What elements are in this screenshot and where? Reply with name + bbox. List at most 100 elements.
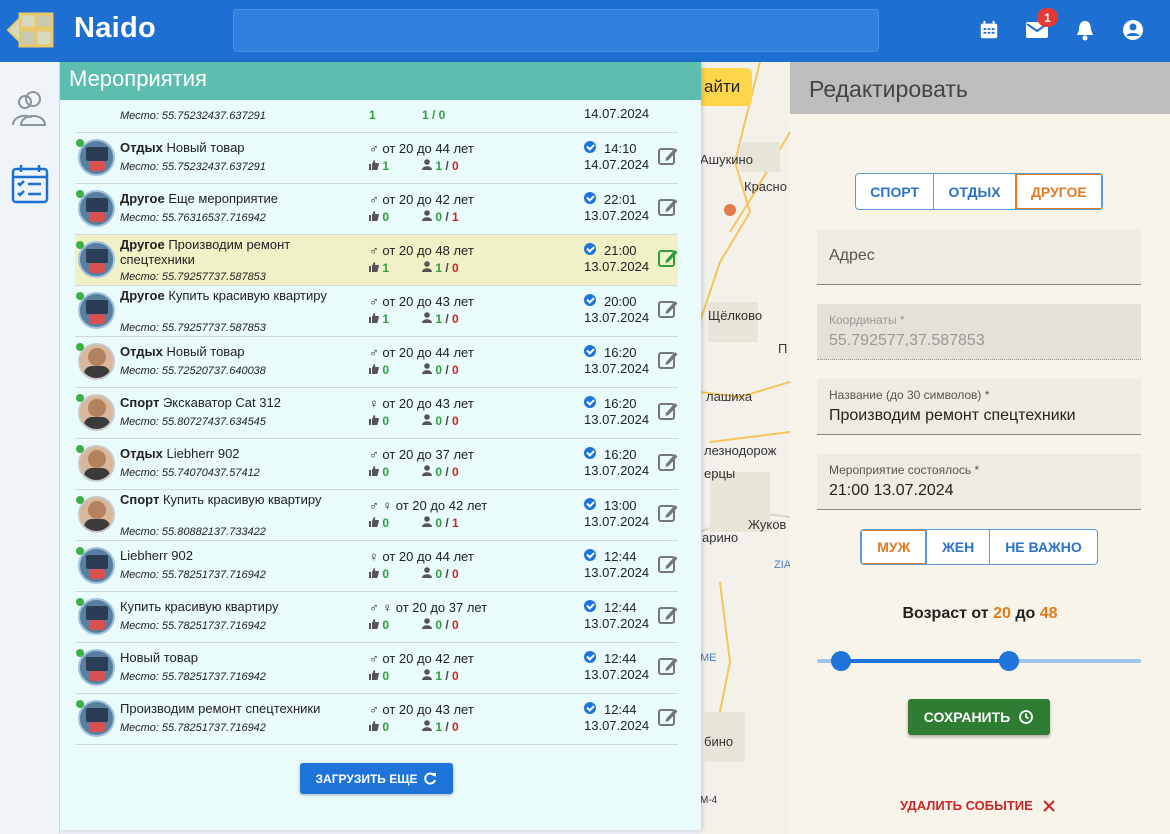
age-slider-max-handle[interactable] (999, 651, 1019, 671)
save-label: СОХРАНИТЬ (923, 709, 1011, 725)
event-age: ♂ от 20 до 42 лет (369, 192, 474, 207)
participants: 0 / 0 (422, 465, 459, 479)
gender-icon: ♂ (369, 192, 379, 207)
list-item[interactable]: Другое Производим ремонт спецтехники Мест… (75, 235, 678, 286)
list-item[interactable]: Liebherr 902 Место: 55.78251737.716942 ♀ о… (75, 541, 678, 592)
list-item[interactable]: Спорт Экскаватор Cat 312 Место: 55.807274… (75, 388, 678, 439)
account-icon[interactable] (1120, 17, 1146, 43)
age-range: от 20 до 37 лет (382, 447, 474, 462)
participants-declined: 0 (452, 312, 459, 326)
events-panel-title: Мероприятия (60, 62, 701, 100)
age-slider-min-handle[interactable] (831, 651, 851, 671)
participants-declined: 0 (452, 720, 459, 734)
like-icon (369, 210, 379, 224)
search-input[interactable] (233, 9, 879, 52)
edit-icon[interactable] (657, 604, 679, 626)
participants-declined: 0 (452, 567, 459, 581)
event-time: 21:00 (604, 243, 637, 258)
list-item[interactable]: Отдых Новый товар Место: 55.72520737.6400… (75, 337, 678, 388)
verified-icon (584, 600, 596, 612)
edit-icon[interactable] (657, 400, 679, 422)
list-item[interactable]: Отдых Новый товар Место: 55.75232437.6372… (75, 133, 678, 184)
list-item[interactable]: Производим ремонт спецтехники Место: 55.7… (75, 694, 678, 745)
event-time: 12:44 (604, 600, 637, 615)
event-name: Купить красивую квартиру (162, 492, 322, 507)
category-rest-button[interactable]: ОТДЫХ (934, 174, 1016, 209)
bell-icon[interactable] (1072, 17, 1098, 43)
list-item[interactable]: Спорт Купить красивую квартиру Место: 55.… (75, 490, 678, 541)
event-name-value: Производим ремонт спецтехники (829, 407, 1076, 424)
map-view[interactable]: Ашукино Красно Щёлково П лашиха лезнодор… (700, 62, 790, 834)
likes-count: 0 (382, 618, 390, 632)
gender-icon: ♀ (369, 396, 379, 411)
edit-icon[interactable] (657, 706, 679, 728)
edit-icon[interactable] (657, 655, 679, 677)
age-slider-range (841, 659, 1009, 663)
event-title: Другое Еще мероприятие (120, 191, 365, 206)
online-status-dot (76, 139, 84, 147)
age-range-title: Возраст от 20 до 48 (790, 605, 1170, 623)
event-name: Еще мероприятие (168, 191, 279, 206)
event-stats: 0 0 / 0 (369, 363, 459, 377)
verified-icon (584, 396, 596, 408)
mail-badge: 1 (1037, 8, 1058, 27)
event-date-field[interactable]: Мероприятие состоялось * 21:00 13.07.202… (817, 454, 1141, 510)
event-title: Спорт Экскаватор Cat 312 (120, 395, 365, 410)
edit-icon[interactable] (657, 145, 679, 167)
save-button[interactable]: СОХРАНИТЬ (908, 699, 1050, 735)
age-range: от 20 до 43 лет (382, 396, 474, 411)
event-name: Новый товар (166, 344, 245, 359)
person-icon (422, 312, 432, 326)
delete-event-button[interactable]: УДАЛИТЬ СОБЫТИЕ (900, 798, 1055, 813)
event-title: Купить красивую квартиру (120, 599, 365, 614)
edit-icon[interactable] (657, 553, 679, 575)
event-age: ♂ от 20 до 42 лет (369, 651, 474, 666)
event-place: Место: 55.76316537.716942 (120, 212, 266, 224)
list-item[interactable]: Отдых Liebherr 902 Место: 55.74070437.574… (75, 439, 678, 490)
list-item[interactable]: Другое Купить красивую квартиру Место: 55… (75, 286, 678, 337)
coordinates-field: Координаты * 55.792577,37.587853 (817, 304, 1141, 360)
age-range: от 20 до 37 лет (395, 600, 488, 615)
edit-icon[interactable] (657, 349, 679, 371)
gender-any-button[interactable]: НЕ ВАЖНО (990, 530, 1097, 564)
address-placeholder: Адрес (829, 247, 875, 264)
list-item[interactable]: Купить красивую квартиру Место: 55.782517… (75, 592, 678, 643)
like-icon (369, 363, 379, 377)
gender-female-button[interactable]: ЖЕН (927, 530, 990, 564)
person-icon (422, 210, 432, 224)
events-list-icon[interactable] (8, 162, 52, 206)
event-title: Отдых Новый товар (120, 344, 365, 359)
people-icon[interactable] (8, 86, 52, 130)
address-field[interactable]: Адрес (817, 229, 1141, 285)
gender-icon: ♂ (369, 702, 379, 717)
likes-count: 1 (382, 312, 390, 326)
verified-icon (584, 294, 596, 306)
edit-icon[interactable] (657, 502, 679, 524)
category-other-button[interactable]: ДРУГОЕ (1016, 174, 1102, 209)
edit-icon[interactable] (657, 247, 679, 269)
gender-icon: ♂ (369, 243, 379, 258)
brand-name[interactable]: Naido (74, 12, 156, 45)
list-item[interactable]: Другое Еще мероприятие Место: 55.76316537… (75, 184, 678, 235)
map-label: бино (704, 734, 734, 749)
event-date: 13.07.2024 (584, 463, 650, 478)
event-name-field[interactable]: Название (до 30 символов) * Производим р… (817, 379, 1141, 435)
map-search-button[interactable]: айти (700, 68, 752, 106)
category-sport-button[interactable]: СПОРТ (856, 174, 935, 209)
person-icon (422, 261, 432, 275)
map-label: Щёлково (708, 308, 763, 323)
calendar-icon[interactable] (976, 17, 1002, 43)
gender-male-button[interactable]: МУЖ (861, 530, 928, 564)
logo-icon[interactable] (6, 8, 66, 52)
list-item[interactable]: Новый товар Место: 55.78251737.716942 ♂ от… (75, 643, 678, 694)
age-range: от 20 до 44 лет (382, 345, 474, 360)
event-age: ♂ от 20 до 37 лет (369, 447, 474, 462)
event-date-label: Мероприятие состоялось * (829, 463, 980, 477)
edit-icon[interactable] (657, 451, 679, 473)
likes-count: 1 (382, 261, 390, 275)
load-more-button[interactable]: ЗАГРУЗИТЬ ЕЩЕ (300, 763, 453, 794)
edit-icon[interactable] (657, 196, 679, 218)
edit-icon[interactable] (657, 298, 679, 320)
map-label: М-4 (700, 795, 718, 806)
gender-icon: ♂ ♀ (369, 498, 393, 513)
